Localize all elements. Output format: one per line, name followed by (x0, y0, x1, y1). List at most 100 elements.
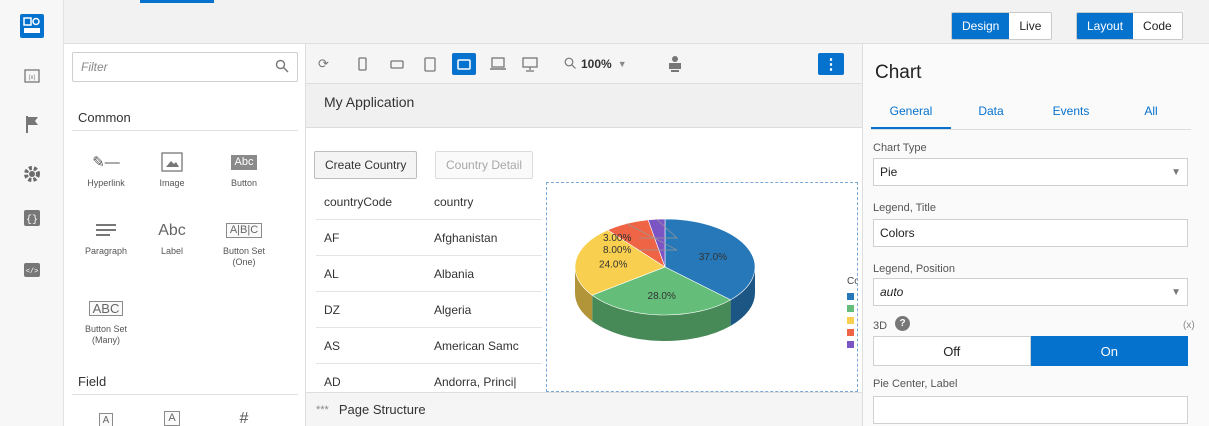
pie-center-label-label: Pie Center, Label (873, 378, 958, 390)
tablet-portrait-icon[interactable] (424, 53, 436, 75)
component-label: Image (159, 178, 185, 188)
app-header: My Application (306, 84, 862, 128)
deploy-icon[interactable] (668, 53, 682, 75)
search-icon (275, 59, 289, 76)
page-structure-label: Page Structure (338, 402, 426, 417)
tab-all[interactable]: All (1111, 104, 1191, 129)
pie-slice-label: 3.00% (603, 233, 631, 244)
svg-text:{}: {} (26, 214, 38, 226)
component-label: Label (160, 246, 184, 256)
pie-slice-label: 8.00% (603, 245, 631, 256)
cell-country: Andorra, Princi| (434, 375, 517, 389)
source-icon[interactable]: </> (20, 258, 44, 282)
pie-center-label-input[interactable] (873, 396, 1188, 424)
cell-country-code: AF (324, 230, 340, 245)
paragraph-icon (76, 216, 136, 244)
design-button[interactable]: Design (952, 13, 1010, 39)
table-row[interactable]: AL Albania (316, 256, 542, 292)
tablet-landscape-icon[interactable] (452, 53, 476, 75)
laptop-icon[interactable] (490, 53, 506, 75)
component-field-number[interactable]: # (214, 404, 274, 426)
variable-hint[interactable]: (x) (1183, 320, 1195, 331)
pie-slice-label: 28.0% (648, 291, 676, 302)
phone-portrait-icon[interactable] (358, 53, 367, 75)
chevron-down-icon: ▼ (1171, 166, 1181, 178)
column-header[interactable]: countryCode (316, 195, 434, 209)
gear-icon[interactable] (20, 162, 44, 186)
tab-data[interactable]: Data (951, 104, 1031, 129)
chevron-down-icon: ▼ (617, 59, 627, 69)
top-bar: Design Live Layout Code (64, 0, 1209, 44)
section-field-title: Field (78, 374, 107, 389)
table-row[interactable]: DZ Algeria (316, 292, 542, 328)
cell-country-code: AL (324, 266, 339, 281)
cell-country-code: DZ (324, 302, 340, 317)
three-d-on-button[interactable]: On (1030, 336, 1188, 366)
component-field-text[interactable]: A (76, 406, 136, 426)
zoom-control[interactable]: 100% ▼ (564, 53, 627, 75)
cell-country-code: AD (324, 375, 341, 389)
table-row[interactable]: AF Afghanistan (316, 220, 542, 256)
component-button[interactable]: Abc Button (214, 148, 274, 189)
chart-type-select[interactable]: Pie ▼ (873, 158, 1188, 186)
create-country-button[interactable]: Create Country (314, 151, 418, 179)
mode-switch: Design Live (951, 12, 1053, 40)
number-field-icon: # (239, 409, 249, 426)
component-label: Button Set (One) (222, 246, 266, 267)
code-button[interactable]: Code (1133, 13, 1182, 39)
property-inspector: Chart General Data Events All Chart Type… (862, 44, 1209, 426)
text-area-glyph: A (164, 410, 180, 426)
inspector-tabs: General Data Events All (871, 104, 1191, 130)
section-common-title: Common (78, 110, 131, 125)
inspector-title: Chart (875, 62, 922, 83)
filter-input[interactable]: Filter (72, 52, 298, 82)
pie-slice-label: 37.0% (699, 252, 727, 263)
component-label[interactable]: Abc Label (142, 216, 202, 257)
more-menu-icon[interactable]: ⋮ (818, 53, 844, 75)
component-image[interactable]: Image (142, 148, 202, 189)
components-icon[interactable] (20, 14, 44, 38)
variables-icon[interactable]: (x) (20, 64, 44, 88)
component-label: Button Set (Many) (84, 324, 128, 345)
column-header[interactable]: country (434, 195, 542, 209)
button-icon: Abc (214, 148, 274, 176)
button-set-many-icon: ABC (76, 294, 136, 322)
cell-country-code: AS (324, 338, 341, 353)
ellipsis-icon: *** (316, 403, 329, 416)
component-paragraph[interactable]: Paragraph (76, 216, 136, 257)
legend-title-input[interactable]: Colors (873, 219, 1188, 247)
live-button[interactable]: Live (1009, 13, 1052, 39)
legend-position-select[interactable]: auto ▼ (873, 278, 1188, 306)
table-header: countryCode country (316, 184, 542, 220)
tab-events[interactable]: Events (1031, 104, 1111, 129)
country-table: countryCode country AF Afghanistan AL Al… (316, 184, 542, 400)
tab-general[interactable]: General (871, 104, 951, 129)
country-detail-button[interactable]: Country Detail (435, 151, 534, 179)
component-field-textarea[interactable]: A (142, 404, 202, 426)
component-button-set-one[interactable]: A|B|C Button Set (One) (214, 216, 274, 268)
refresh-icon[interactable]: ⟳ (318, 53, 329, 75)
three-d-off-button[interactable]: Off (873, 336, 1031, 366)
pie-chart-component[interactable]: 37.0% 28.0% 24.0% 8.00%3.00% Co (546, 182, 858, 392)
phone-landscape-icon[interactable] (390, 53, 404, 75)
pie-chart: 37.0% 28.0% 24.0% 8.00%3.00% Co (574, 218, 858, 348)
svg-text:(x): (x) (29, 75, 36, 81)
layout-button[interactable]: Layout (1077, 13, 1134, 39)
legend-swatch (847, 293, 854, 300)
app-title: My Application (324, 94, 415, 110)
filter-placeholder: Filter (81, 60, 108, 74)
legend-swatch (847, 305, 854, 312)
component-palette: Filter Common ✎— Hyperlink Image Abc But… (64, 44, 306, 426)
legend-title: Co (847, 276, 858, 287)
desktop-icon[interactable] (522, 53, 538, 75)
component-button-set-many[interactable]: ABC Button Set (Many) (76, 294, 136, 346)
table-row[interactable]: AS American Samc (316, 328, 542, 364)
component-hyperlink[interactable]: ✎— Hyperlink (76, 148, 136, 189)
flag-icon[interactable] (20, 112, 44, 136)
cell-country: Afghanistan (434, 230, 498, 245)
legend-swatch (847, 317, 854, 324)
json-icon[interactable]: {} (20, 206, 44, 230)
help-icon[interactable]: ? (895, 316, 910, 331)
page-structure-bar[interactable]: *** Page Structure (306, 392, 862, 426)
component-label: Button (230, 178, 258, 188)
